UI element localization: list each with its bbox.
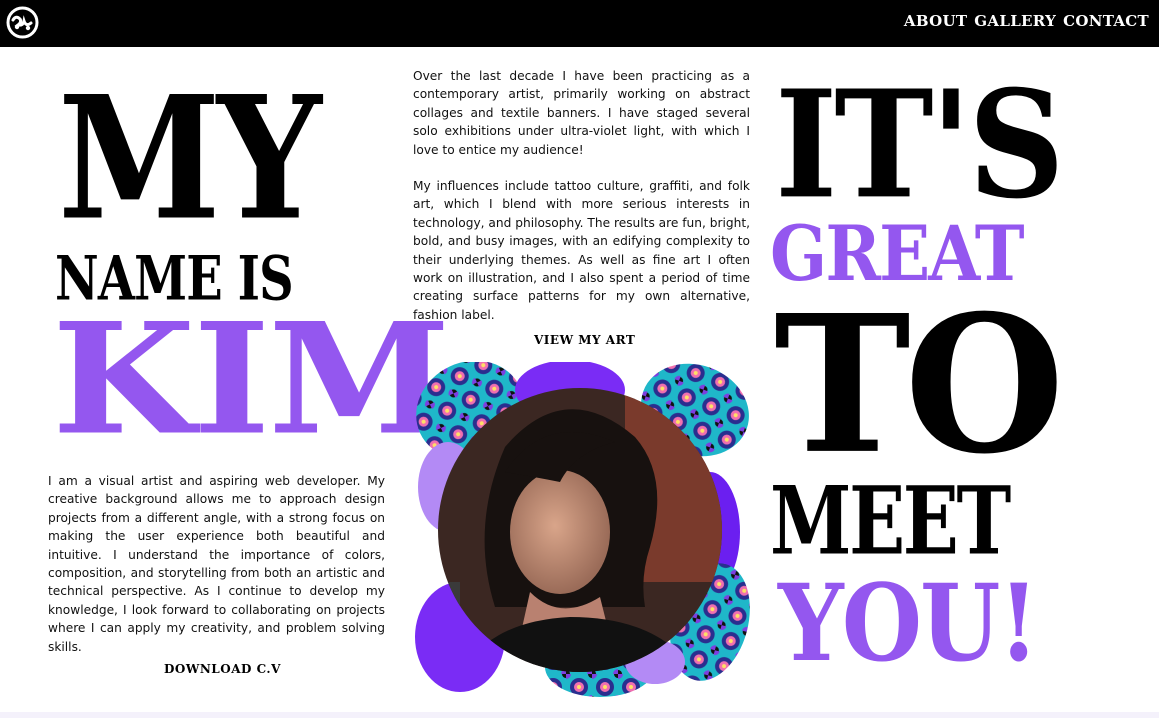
nav-contact-link[interactable]: CONTACT xyxy=(1063,12,1149,30)
nav-about-link[interactable]: ABOUT xyxy=(904,12,967,30)
heading-meet: MEET xyxy=(770,465,1011,576)
top-navigation-bar: ABOUT GALLERY CONTACT xyxy=(0,0,1159,47)
heading-kim: KIM xyxy=(52,289,451,470)
view-my-art-button[interactable]: VIEW MY ART xyxy=(534,333,635,347)
bio-paragraph: I am a visual artist and aspiring web de… xyxy=(48,474,385,654)
nav-gallery-link[interactable]: GALLERY xyxy=(974,12,1056,30)
influences-paragraph: My influences include tattoo culture, gr… xyxy=(413,179,750,322)
heading-my: MY xyxy=(58,59,322,259)
bottom-scroll-edge xyxy=(0,712,1159,718)
logo-icon[interactable] xyxy=(6,6,39,39)
heading-you: YOU! xyxy=(778,560,1039,686)
download-cv-button[interactable]: DOWNLOAD C.V xyxy=(164,662,281,676)
heading-its: IT'S xyxy=(775,58,1065,233)
main-nav: ABOUT GALLERY CONTACT xyxy=(904,12,1149,30)
heading-to: TO xyxy=(774,274,1064,497)
portrait-artwork xyxy=(415,362,750,697)
intro-paragraph: Over the last decade I have been practic… xyxy=(413,69,750,157)
